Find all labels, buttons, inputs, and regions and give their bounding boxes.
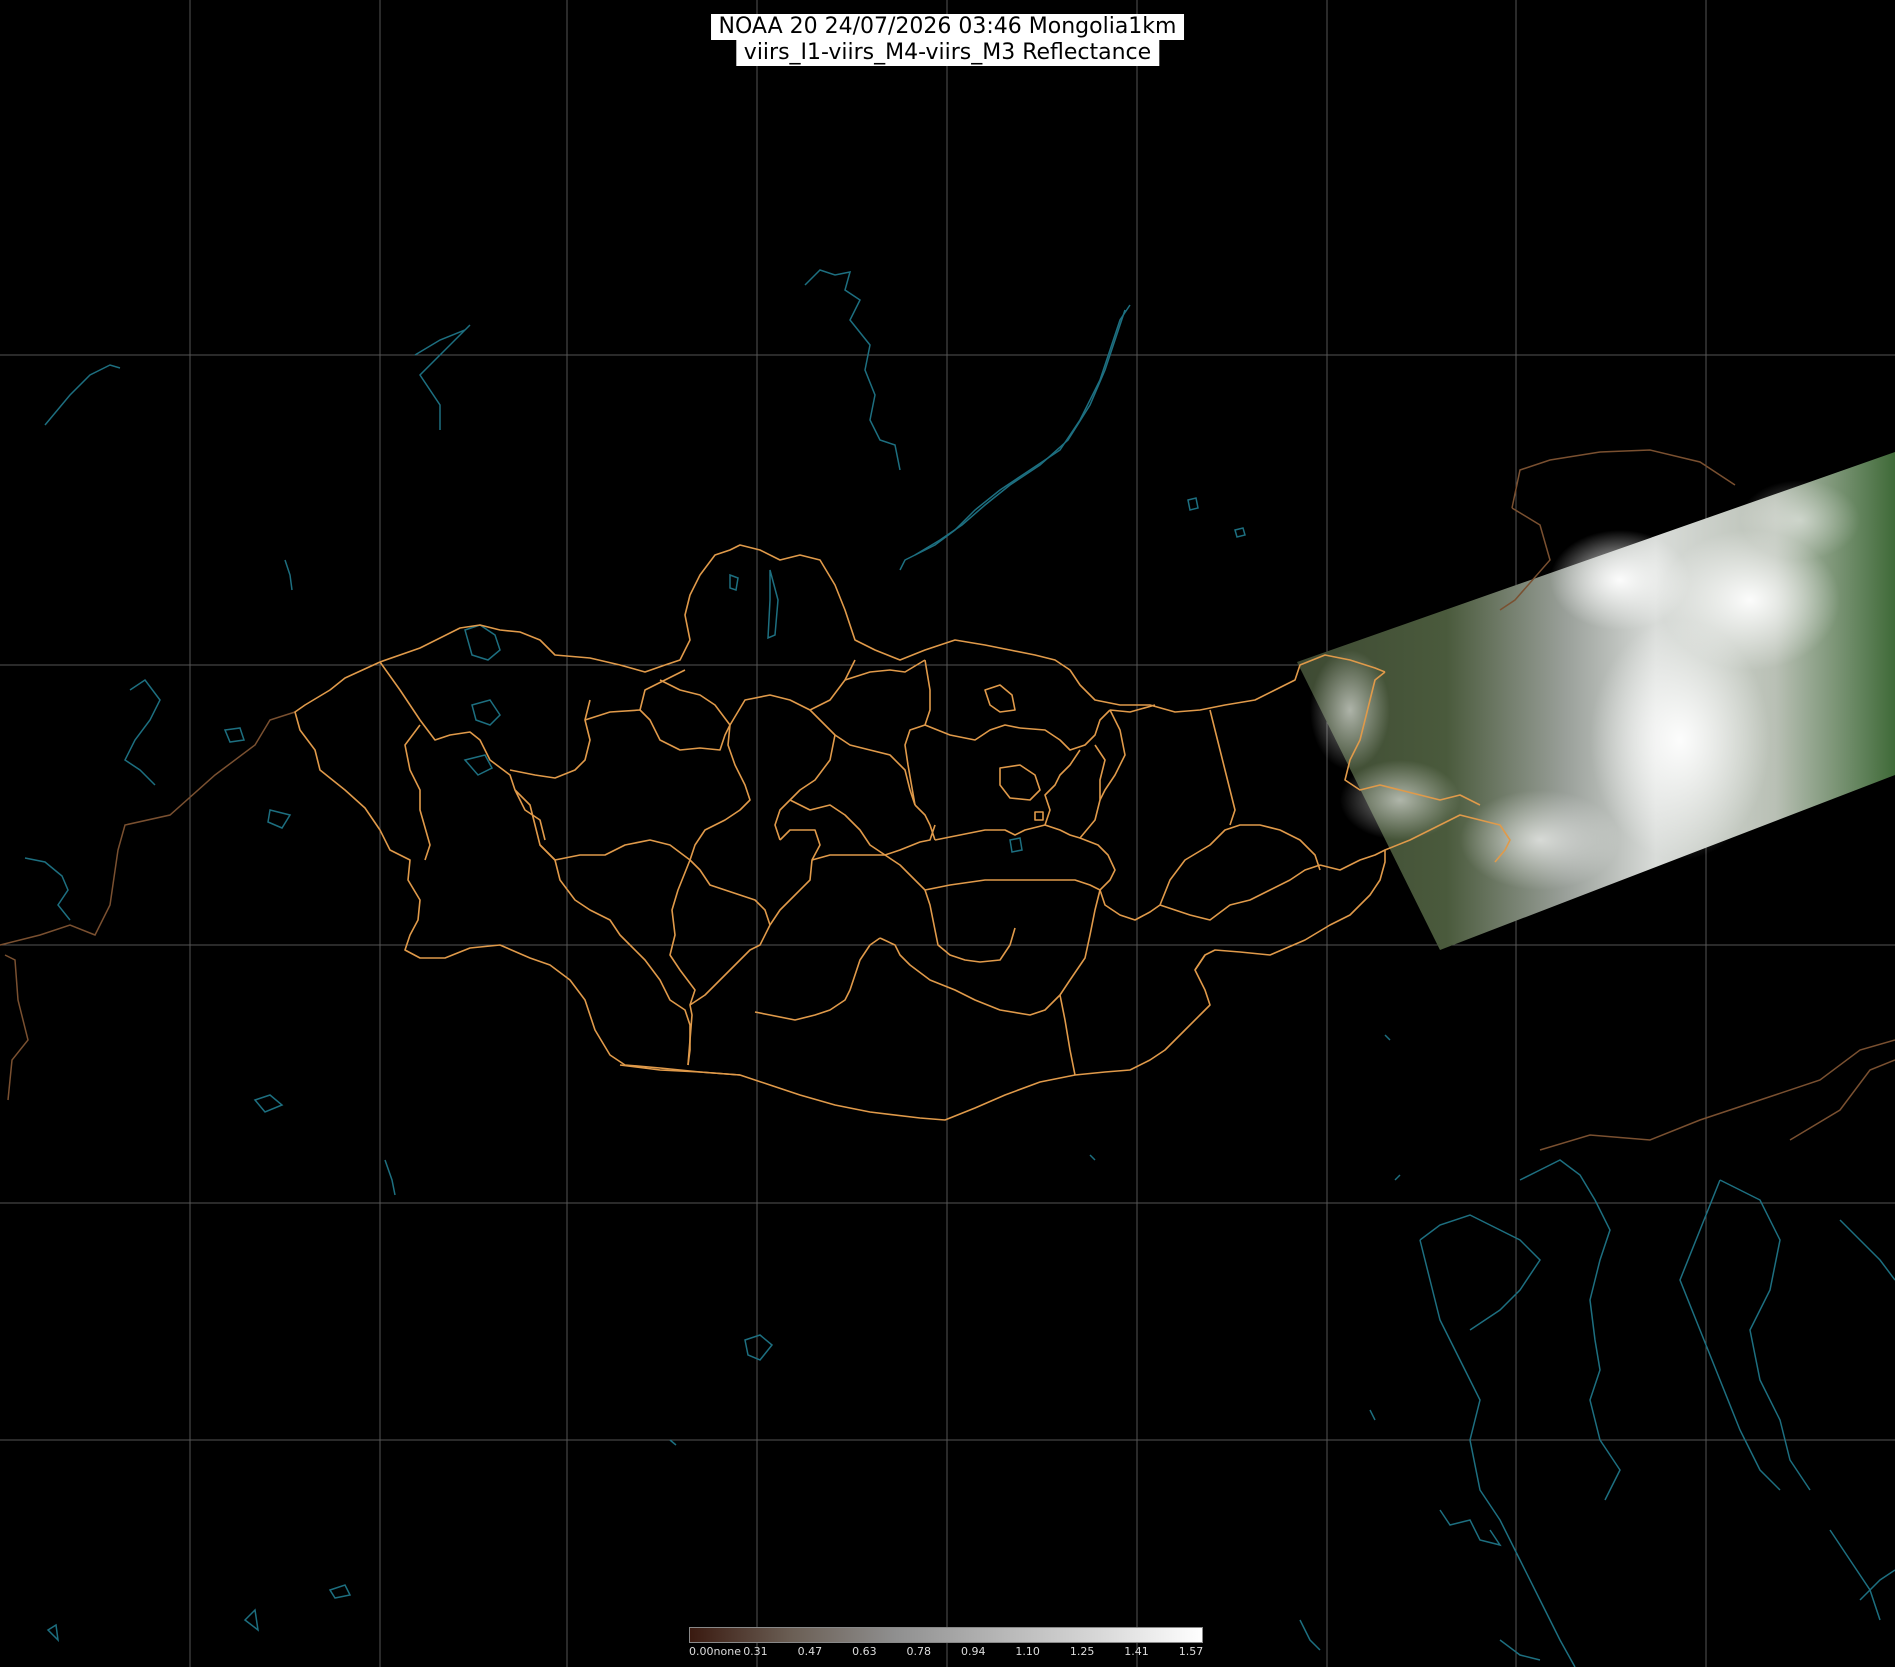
- map-title-line1: NOAA 20 24/07/2026 03:46 Mongolia1km: [710, 14, 1185, 40]
- colorbar-tick-label: 0.94: [960, 1645, 986, 1658]
- colorbar-tick-label: 1.10: [1015, 1645, 1040, 1658]
- mongolia-province-borders: [294, 544, 1511, 1121]
- colorbar-legend: 0.00none 0.31 0.47 0.63 0.78 0.94 1.10 1.25 1.41…: [689, 1627, 1203, 1663]
- colorbar-gradient: [689, 1627, 1203, 1643]
- colorbar-tick-label: 0.78: [906, 1645, 932, 1658]
- colorbar-tick-label: 0.47: [797, 1645, 823, 1658]
- colorbar-tick-label: 1.25: [1069, 1645, 1095, 1658]
- satellite-swath: [1297, 452, 1895, 950]
- colorbar-labels: 0.00none 0.31 0.47 0.63 0.78 0.94 1.10 1.25 1.41…: [689, 1645, 1203, 1661]
- colorbar-tick-label: 1.57: [1178, 1645, 1204, 1658]
- map-canvas: [0, 0, 1895, 1667]
- coastlines-and-lakes: [24, 269, 1895, 1667]
- colorbar-tick-label: 0.31: [743, 1645, 768, 1658]
- map-title-line2: viirs_I1-viirs_M4-viirs_M3 Reflectance: [735, 40, 1160, 66]
- colorbar-tick-label: 1.41: [1124, 1645, 1149, 1658]
- colorbar-tick-label: 0.63: [852, 1645, 877, 1658]
- colorbar-tick-label: 0.00none: [689, 1645, 741, 1658]
